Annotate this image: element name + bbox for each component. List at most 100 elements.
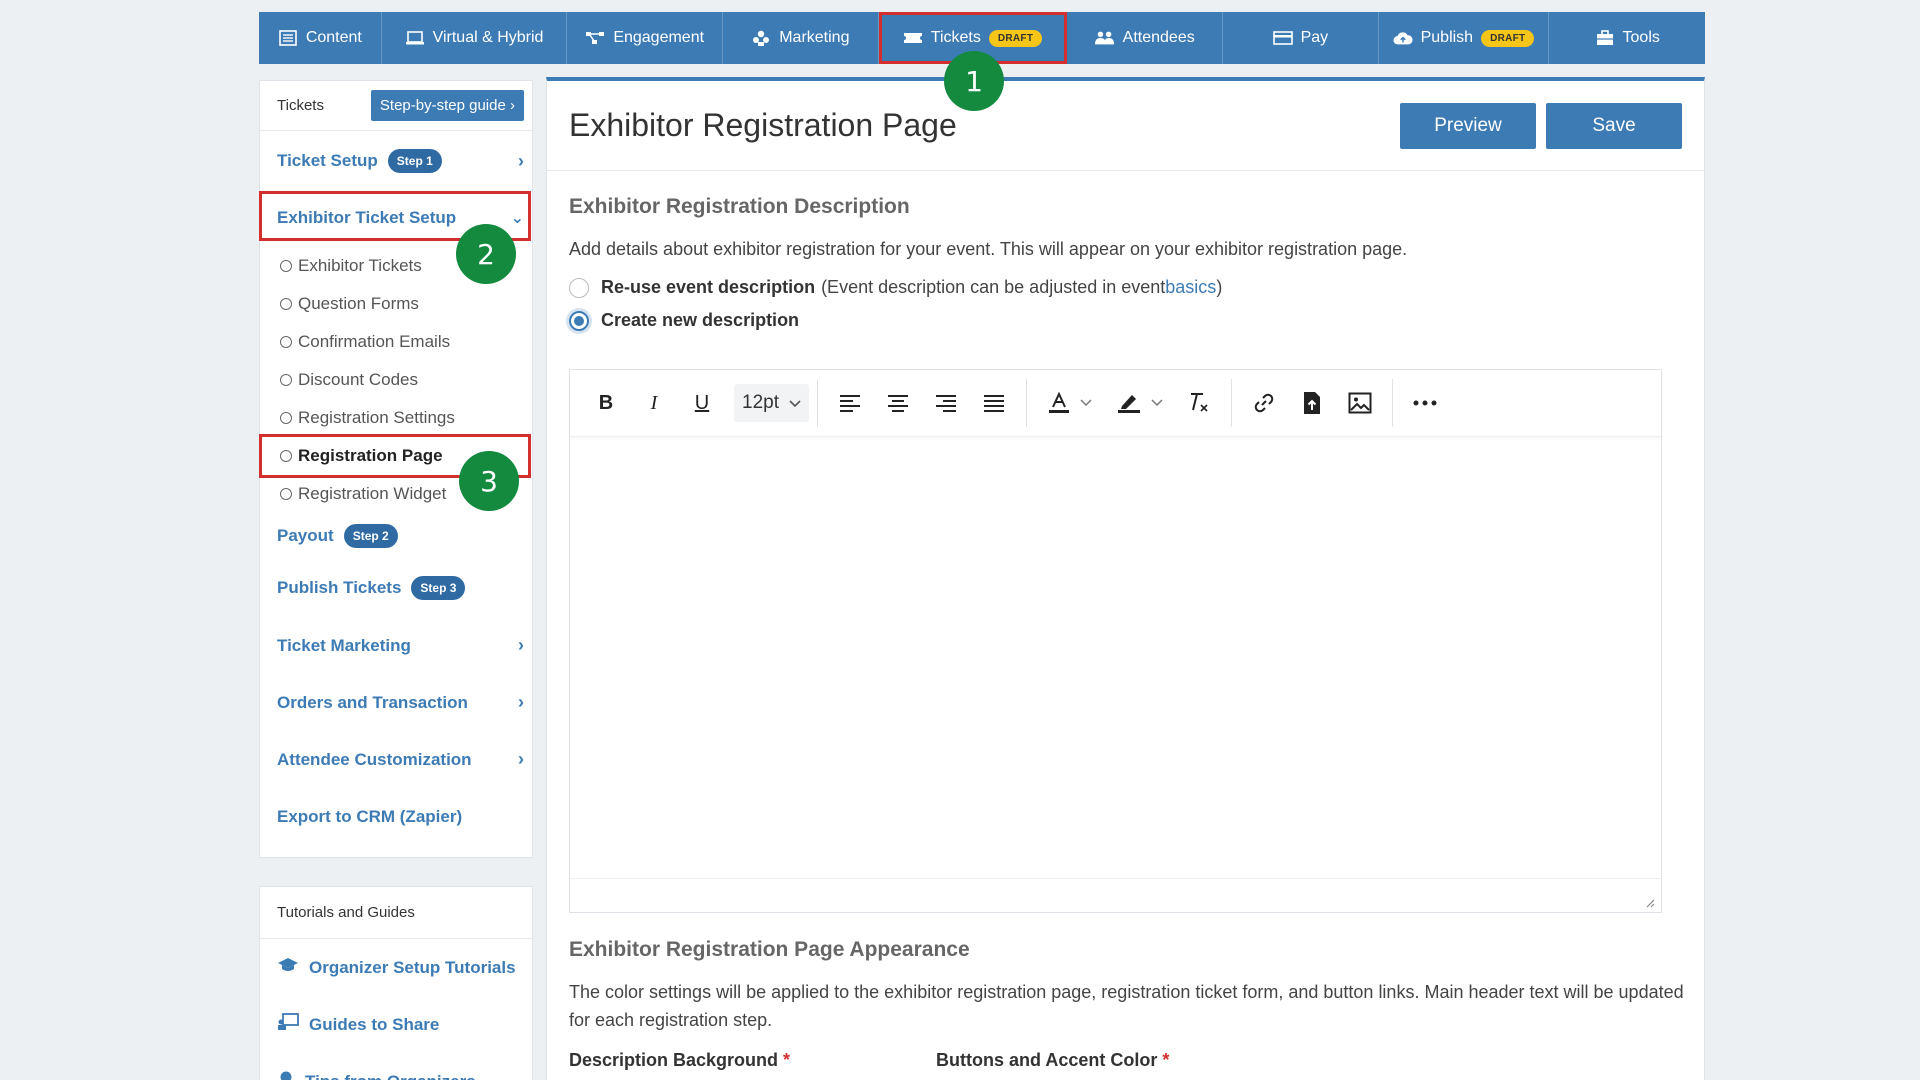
required-mark: * xyxy=(783,1050,791,1070)
highlighter-icon xyxy=(1117,395,1140,413)
save-button[interactable]: Save xyxy=(1546,102,1682,149)
radio-reuse-note-post: ) xyxy=(1216,277,1223,297)
align-left-button[interactable] xyxy=(826,383,874,423)
briefcase-icon xyxy=(1595,28,1615,48)
main-panel: Exhibitor Registration Page Preview Save… xyxy=(546,77,1705,1080)
sidebar-item-discount-codes[interactable]: Discount Codes xyxy=(260,361,532,399)
insert-link-button[interactable] xyxy=(1240,383,1288,423)
registration-settings-label: Registration Settings xyxy=(298,408,455,427)
chevron-down-icon xyxy=(1080,399,1092,407)
cloud-upload-icon xyxy=(1393,28,1413,48)
guide-button-label: Step-by-step guide xyxy=(379,97,506,114)
circle-icon xyxy=(280,374,292,386)
discount-codes-label: Discount Codes xyxy=(298,370,419,389)
step-marker-1: 1 xyxy=(944,51,1004,111)
sidebar-item-ticket-marketing[interactable]: Ticket Marketing › xyxy=(260,617,532,674)
font-size-select[interactable]: 12pt xyxy=(734,384,809,422)
nav-attendees[interactable]: Attendees xyxy=(1067,12,1224,64)
circle-icon xyxy=(280,412,292,424)
circle-icon xyxy=(280,336,292,348)
toolbar-separator xyxy=(1230,379,1232,427)
step-2-badge: Step 2 xyxy=(343,524,398,548)
sidebar-item-registration-settings[interactable]: Registration Settings xyxy=(260,399,532,437)
sidebar-item-question-forms[interactable]: Question Forms xyxy=(260,285,532,323)
exhibitor-tickets-label: Exhibitor Tickets xyxy=(298,256,422,275)
organizer-setup-tutorials-label: Organizer Setup Tutorials xyxy=(309,957,516,977)
export-crm-label: Export to CRM (Zapier) xyxy=(277,806,463,826)
sidebar-item-tips-from-organizers[interactable]: Tips from Organizers xyxy=(260,1053,532,1080)
tickets-draft-badge: DRAFT xyxy=(988,29,1043,47)
align-justify-button[interactable] xyxy=(970,383,1018,423)
sidebar-item-orders-and-transaction[interactable]: Orders and Transaction › xyxy=(260,674,532,731)
clear-formatting-icon xyxy=(1190,393,1208,412)
underline-button[interactable]: U xyxy=(678,383,726,423)
sidebar-item-ticket-setup[interactable]: Ticket Setup Step 1 › xyxy=(260,131,532,191)
more-options-button[interactable] xyxy=(1401,383,1449,423)
clear-formatting-button[interactable] xyxy=(1175,383,1223,423)
nav-pay[interactable]: Pay xyxy=(1223,12,1379,64)
chevron-right-icon: › xyxy=(518,749,524,769)
upload-file-button[interactable] xyxy=(1288,383,1336,423)
step-by-step-guide-button[interactable]: Step-by-step guide › xyxy=(370,90,524,121)
step-marker-2: 2 xyxy=(456,224,516,284)
radio-reuse-input[interactable] xyxy=(569,277,589,298)
presentation-icon xyxy=(277,1013,299,1036)
sidebar-item-organizer-setup-tutorials[interactable]: Organizer Setup Tutorials xyxy=(260,939,532,996)
editor-content-area[interactable] xyxy=(570,437,1661,877)
nav-content[interactable]: Content xyxy=(259,12,382,64)
sidebar-item-payout[interactable]: Payout Step 2 xyxy=(260,513,532,559)
question-forms-label: Question Forms xyxy=(298,294,419,313)
publish-draft-badge: DRAFT xyxy=(1481,29,1535,47)
sidebar-item-attendee-customization[interactable]: Attendee Customization › xyxy=(260,731,532,788)
align-center-icon xyxy=(887,395,908,412)
radio-reuse-note-pre: (Event description can be adjusted in ev… xyxy=(821,277,1166,297)
sidebar-item-export-to-crm[interactable]: Export to CRM (Zapier) xyxy=(260,788,532,845)
tips-from-organizers-label: Tips from Organizers xyxy=(305,1072,476,1080)
chevron-down-icon: ⌄ xyxy=(510,210,524,227)
appearance-section: Exhibitor Registration Page Appearance T… xyxy=(547,938,1704,1071)
nav-virtual-hybrid-label: Virtual & Hybrid xyxy=(432,29,544,46)
align-center-button[interactable] xyxy=(874,383,922,423)
file-upload-icon xyxy=(1303,392,1320,414)
buttons-accent-label: Buttons and Accent Color xyxy=(936,1050,1158,1070)
toolbar-separator xyxy=(816,379,818,427)
ticket-setup-label: Ticket Setup xyxy=(277,151,378,170)
nav-publish[interactable]: Publish DRAFT xyxy=(1379,12,1550,64)
text-color-icon xyxy=(1048,392,1069,413)
publish-tickets-label: Publish Tickets xyxy=(277,578,402,597)
sidebar-item-guides-to-share[interactable]: Guides to Share xyxy=(260,996,532,1053)
appearance-fields: Description Background * Buttons and Acc… xyxy=(569,1050,1704,1071)
basics-link[interactable]: basics xyxy=(1165,277,1216,298)
nav-engagement-label: Engagement xyxy=(613,29,705,46)
registration-page-label: Registration Page xyxy=(298,446,443,465)
sidebar-item-publish-tickets[interactable]: Publish Tickets Step 3 xyxy=(260,559,532,617)
nav-attendees-label: Attendees xyxy=(1122,29,1195,46)
nav-tools[interactable]: Tools xyxy=(1549,12,1705,64)
tutorials-header: Tutorials and Guides xyxy=(260,887,532,939)
preview-button[interactable]: Preview xyxy=(1400,102,1536,149)
highlight-color-button[interactable] xyxy=(1105,383,1175,423)
resize-handle-icon[interactable] xyxy=(1643,895,1655,908)
description-section-title: Exhibitor Registration Description xyxy=(569,195,910,218)
bold-button[interactable]: B xyxy=(582,383,630,423)
insert-image-button[interactable] xyxy=(1336,383,1384,423)
ticket-icon xyxy=(903,28,923,48)
exhibitor-setup-label: Exhibitor Ticket Setup xyxy=(277,208,457,227)
page-title: Exhibitor Registration Page xyxy=(569,107,957,143)
text-color-button[interactable] xyxy=(1035,383,1105,423)
radio-reuse-description[interactable]: Re-use event description (Event descript… xyxy=(569,271,1704,304)
description-intro: Add details about exhibitor registration… xyxy=(569,239,1408,259)
toolbar-separator xyxy=(1025,379,1027,427)
italic-button[interactable]: I xyxy=(630,383,678,423)
nav-virtual-hybrid[interactable]: Virtual & Hybrid xyxy=(382,12,568,64)
sidebar-item-confirmation-emails[interactable]: Confirmation Emails xyxy=(260,323,532,361)
nav-marketing[interactable]: Marketing xyxy=(723,12,879,64)
chevron-down-icon xyxy=(789,392,801,414)
editor-status-bar xyxy=(570,878,1661,912)
nav-engagement[interactable]: Engagement xyxy=(567,12,724,64)
radio-create-new-input[interactable] xyxy=(569,310,589,331)
radio-create-new-description[interactable]: Create new description xyxy=(569,304,1704,337)
circle-icon xyxy=(280,488,292,500)
nav-tickets-label: Tickets xyxy=(930,29,981,46)
align-right-button[interactable] xyxy=(922,383,970,423)
